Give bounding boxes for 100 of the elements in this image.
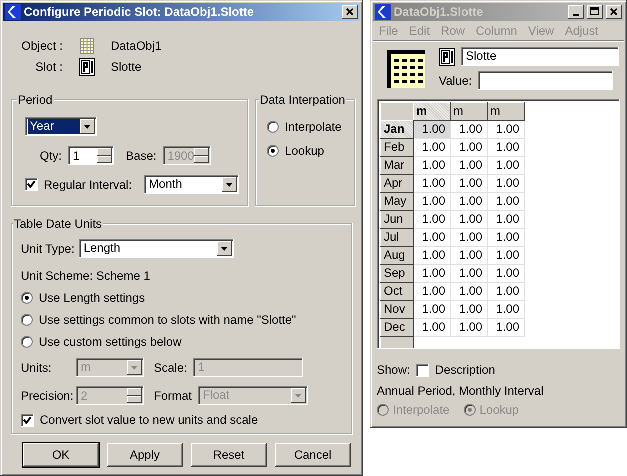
spin-box[interactable]: 1 [68, 146, 114, 165]
minimize-icon [573, 14, 579, 16]
table-cell[interactable]: 1.00 [450, 156, 487, 174]
table-cell[interactable]: 1.00 [450, 246, 487, 264]
row-header[interactable]: Sep [380, 264, 413, 282]
table-cell[interactable]: 1.00 [450, 120, 487, 138]
window-title: Configure Periodic Slot: DataObj1.Slotte [24, 5, 254, 19]
radio-button[interactable] [21, 314, 33, 326]
table-cell[interactable]: 1.00 [450, 210, 487, 228]
row-header[interactable]: Mar [380, 156, 413, 174]
dropdown[interactable]: Length [78, 239, 234, 258]
check-icon [23, 416, 32, 424]
table-cell[interactable]: 1.00 [450, 138, 487, 156]
spin-arrows-icon [97, 148, 112, 163]
table-cell[interactable]: 1.00 [450, 264, 487, 282]
close-icon [345, 7, 355, 17]
table-cell[interactable]: 1.00 [487, 174, 524, 192]
label: Lookup [285, 144, 324, 158]
label: Slot : [34, 60, 63, 74]
table-cell[interactable]: 1.00 [487, 228, 524, 246]
input-field[interactable] [478, 71, 614, 90]
table-cell[interactable]: 1.00 [487, 246, 524, 264]
row-header[interactable]: Aug [380, 246, 413, 264]
table-cell[interactable]: 1.00 [413, 300, 450, 318]
dropdown[interactable]: Year [25, 117, 97, 136]
row-header[interactable]: Dec [380, 318, 413, 336]
table-cell[interactable]: 1.00 [413, 282, 450, 300]
close-icon [609, 7, 619, 17]
table-cell[interactable]: 1.00 [487, 318, 524, 336]
radio-button[interactable] [267, 121, 280, 133]
table-cell[interactable]: 1.00 [487, 156, 524, 174]
row-header[interactable]: Jun [380, 210, 413, 228]
table-cell[interactable]: 1.00 [413, 318, 450, 336]
checkbox[interactable] [21, 414, 34, 426]
label: Format [154, 388, 192, 402]
radio-button[interactable] [21, 292, 33, 304]
unit-header[interactable]: m [487, 102, 524, 120]
label: Use custom settings below [39, 335, 182, 349]
group-title: Data Interpation [259, 93, 346, 107]
table-cell[interactable]: 1.00 [413, 264, 450, 282]
checkbox[interactable] [416, 364, 430, 376]
table-cell[interactable]: 1.00 [413, 120, 450, 138]
checkbox[interactable] [25, 178, 38, 191]
table-cell[interactable]: 1.00 [413, 246, 450, 264]
row-header[interactable]: Nov [380, 300, 413, 318]
close-button[interactable] [342, 5, 358, 19]
table-cell[interactable]: 1.00 [413, 210, 450, 228]
dialog-button[interactable]: Reset [191, 443, 267, 467]
unit-header[interactable]: m [413, 102, 450, 120]
table-cell[interactable]: 1.00 [487, 264, 524, 282]
table-cell[interactable]: 1.00 [487, 138, 524, 156]
spin-arrows-icon [194, 148, 209, 163]
label: Precision: [21, 388, 74, 402]
table-cell[interactable]: 1.00 [450, 282, 487, 300]
label: Regular Interval: [44, 178, 132, 192]
table-cell[interactable]: 1.00 [450, 174, 487, 192]
table-cell[interactable]: 1.00 [487, 300, 524, 318]
grid-icon [80, 38, 94, 54]
table-cell[interactable]: 1.00 [413, 228, 450, 246]
radio-button[interactable] [21, 336, 33, 348]
dialog-button[interactable]: Apply [107, 443, 183, 467]
radio-button[interactable] [267, 145, 280, 157]
table-cell[interactable]: 1.00 [487, 120, 524, 138]
table-cell[interactable]: 1.00 [450, 192, 487, 210]
row-header[interactable]: Jan [380, 120, 413, 138]
slot-icon [439, 48, 455, 66]
dialog-button[interactable]: OK [23, 443, 99, 467]
row-header[interactable]: May [380, 192, 413, 210]
label: Convert slot value to new units and scale [40, 413, 258, 427]
label: Use settings common to slots with name "Slotte" [39, 313, 296, 327]
label: Units: [21, 360, 53, 374]
label: Scale: [154, 360, 188, 374]
dropdown[interactable]: Month [144, 175, 240, 194]
label: Description [435, 363, 496, 377]
row-header[interactable]: Feb [380, 138, 413, 156]
check-icon [27, 180, 36, 189]
label: Qty: [40, 148, 62, 162]
table-cell[interactable]: 1.00 [450, 228, 487, 246]
table-cell[interactable]: 1.00 [450, 318, 487, 336]
dialog-button[interactable]: Cancel [275, 443, 351, 467]
value-text: Slotte [111, 60, 143, 74]
row-header[interactable]: Apr [380, 174, 413, 192]
row-header[interactable]: Jul [380, 228, 413, 246]
input-field[interactable]: Slotte [461, 47, 619, 66]
table-cell[interactable]: 1.00 [487, 192, 524, 210]
table-cell[interactable]: 1.00 [487, 282, 524, 300]
table-cell[interactable]: 1.00 [487, 210, 524, 228]
label: Object : [20, 39, 63, 53]
table-cell[interactable]: 1.00 [450, 300, 487, 318]
app-logo-icon [375, 4, 391, 20]
table-cell[interactable]: 1.00 [413, 156, 450, 174]
label: Unit Scheme: Scheme 1 [21, 269, 150, 283]
label: Interpolate [285, 120, 342, 134]
slot-icon [79, 58, 95, 76]
table-cell[interactable]: 1.00 [413, 192, 450, 210]
table-cell[interactable]: 1.00 [413, 174, 450, 192]
app-logo-icon [5, 4, 21, 20]
table-cell[interactable]: 1.00 [413, 138, 450, 156]
unit-header[interactable]: m [450, 102, 487, 120]
row-header[interactable]: Oct [380, 282, 413, 300]
